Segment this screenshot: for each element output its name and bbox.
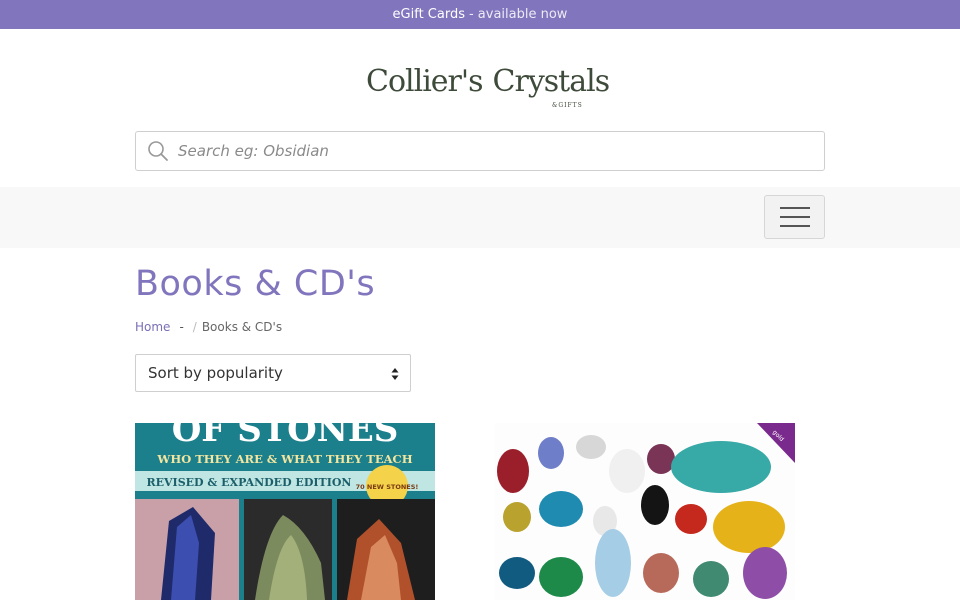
site-logo[interactable]: Collier's Crystals &GIFTS xyxy=(366,44,610,118)
search-input[interactable] xyxy=(178,142,798,160)
search-icon[interactable] xyxy=(138,132,178,170)
logo-tagline: &GIFTS xyxy=(552,102,583,109)
book-cover-subtitle: WHO THEY ARE & WHAT THEY TEACH xyxy=(156,452,412,466)
breadcrumb-separator: - xyxy=(179,320,184,334)
book-cover-image: OF STONES WHO THEY ARE & WHAT THEY TEACH… xyxy=(135,423,435,600)
product-card-book[interactable]: OF STONES WHO THEY ARE & WHAT THEY TEACH… xyxy=(135,423,435,600)
hamburger-icon-line xyxy=(779,207,810,209)
hamburger-icon-line xyxy=(779,216,810,218)
breadcrumb-slash: / xyxy=(192,320,197,334)
book-cover-edition: REVISED & EXPANDED EDITION xyxy=(147,476,352,489)
announcement-main: eGift Cards xyxy=(392,7,465,22)
logo-text-left: Collier's xyxy=(366,63,484,99)
sort-select[interactable]: Sort by popularity xyxy=(135,354,411,392)
logo-text-right: Crystals xyxy=(492,63,611,99)
page-title: Books & CD's xyxy=(135,264,376,304)
search-bar[interactable] xyxy=(135,131,825,171)
hamburger-icon-line xyxy=(779,225,810,227)
breadcrumb-home-link[interactable]: Home xyxy=(135,320,170,334)
announcement-bar[interactable]: eGift Cards - available now xyxy=(0,0,960,29)
breadcrumb: Home - / Books & CD's xyxy=(135,320,282,334)
product-card-stones[interactable]: gold xyxy=(495,423,795,600)
sort-selected-value: Sort by popularity xyxy=(148,364,283,382)
book-cover-badge: 70 NEW STONES! xyxy=(356,483,419,491)
tumbled-stones-image: gold xyxy=(495,423,795,600)
breadcrumb-current: Books & CD's xyxy=(201,320,283,334)
hamburger-menu-button[interactable] xyxy=(764,195,825,239)
book-cover-title: OF STONES xyxy=(172,423,399,450)
sort-caret-icon xyxy=(391,368,399,380)
announcement-sub: - available now xyxy=(468,7,568,22)
